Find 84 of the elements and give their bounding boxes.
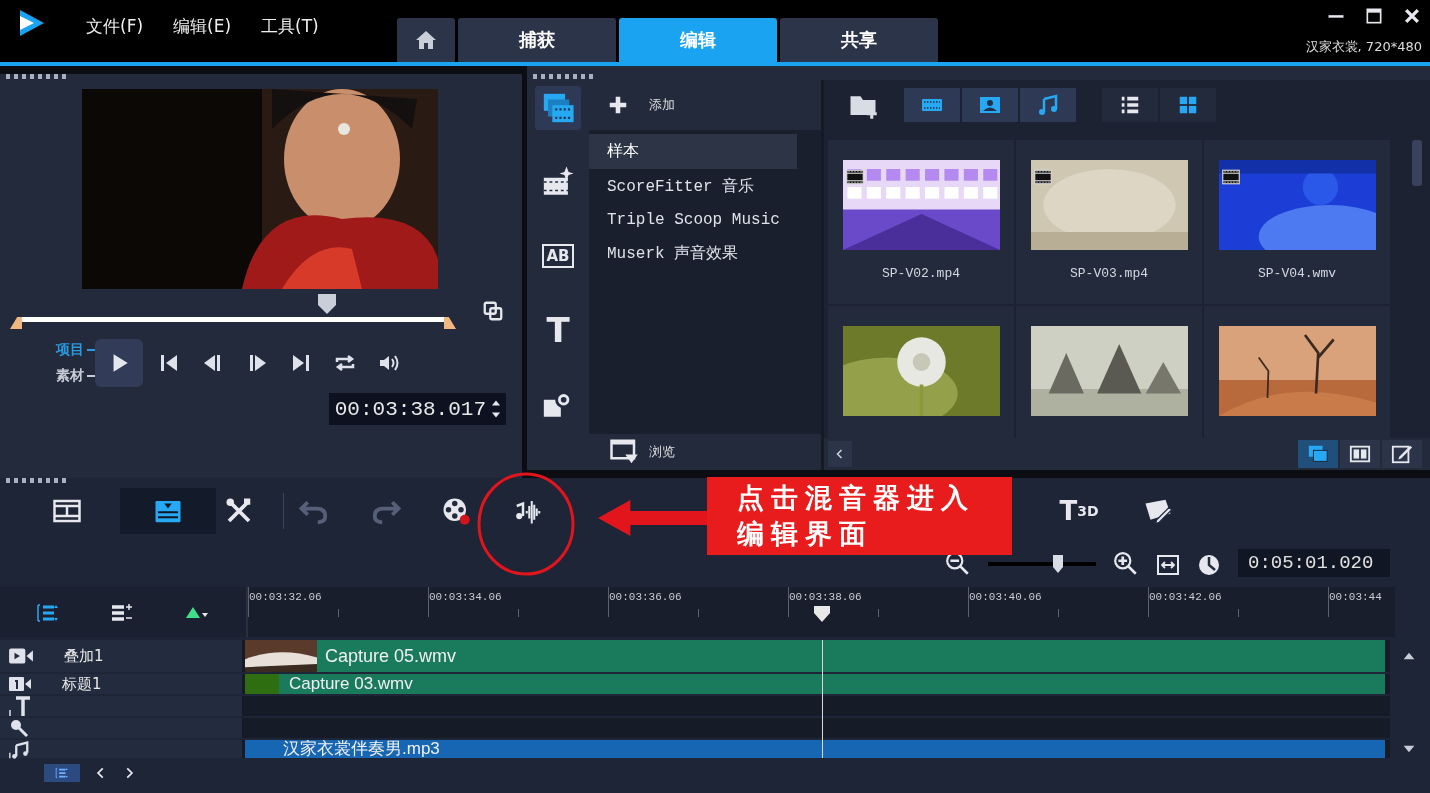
home-tab[interactable] [397,18,455,62]
playhead-marker[interactable] [812,605,831,623]
grid-view-icon [1177,94,1199,116]
timeline-view-button[interactable] [120,488,216,534]
callout-note: 点击混音器进入编辑界面 [707,477,1012,555]
media-tab[interactable] [535,86,581,130]
zoom-slider[interactable] [988,555,1096,573]
layout-button[interactable] [1340,440,1380,468]
trim-handle[interactable] [444,317,456,329]
scrollbar-thumb[interactable] [1412,140,1422,186]
copy-icon[interactable] [482,300,504,322]
menu-item[interactable]: 编辑(E) [173,15,232,38]
media-thumbnail[interactable] [1204,306,1390,438]
photo-filter-button[interactable] [962,88,1018,122]
media-thumbnail[interactable] [1016,306,1202,438]
maximize-icon[interactable] [1364,6,1384,26]
ruler-time: 00:03:32.06 [249,591,322,603]
close-icon[interactable] [1402,6,1422,26]
clip-color-block [245,674,279,694]
stacked-panels-icon [1307,443,1329,465]
title-tab[interactable]: T [535,308,581,352]
zoom-thumb[interactable] [1053,555,1064,573]
scroll-left-button[interactable] [828,441,852,467]
project-info: 汉家衣裳, 720*480 [1305,38,1422,56]
ruler-time: 00:03:44 [1329,591,1382,603]
plus-icon [607,94,629,116]
transition-tab[interactable]: AB [535,234,581,278]
home-icon [414,28,438,52]
track-header[interactable]: 叠加1 [0,640,245,672]
media-thumbnail[interactable] [828,306,1014,438]
tab[interactable]: 捕获 [458,18,616,62]
ruler-time: 00:03:34.06 [429,591,502,603]
tab[interactable]: 共享 [780,18,938,62]
clock-icon[interactable] [1197,553,1221,577]
clip-name: Capture 05.wmv [324,645,457,668]
split-panels-icon [1349,443,1371,465]
folder-item[interactable]: ScoreFitter 音乐 [589,169,797,204]
ruler-time: 00:03:40.06 [969,591,1042,603]
play-button[interactable] [95,339,143,387]
layout-button[interactable] [1298,440,1338,468]
menu-item[interactable]: 工具(T) [261,15,319,38]
edit-panel-icon [1391,443,1413,465]
media-thumbnail[interactable]: SP-V02.mp4 [828,140,1014,304]
fit-width-icon[interactable] [1156,553,1180,577]
add-button[interactable]: 添加 [589,80,821,130]
media-stack-icon [541,91,575,125]
track-list-icon[interactable] [36,601,60,625]
app-logo [18,8,46,38]
video-filter-button[interactable] [904,88,960,122]
media-thumbnail[interactable]: SP-V03.mp4 [1016,140,1202,304]
mode-option[interactable]: 项目 [56,341,84,359]
grid-view-button[interactable] [1160,88,1216,122]
folder-item[interactable]: Muserk 声音效果 [589,236,797,271]
timecode-field[interactable]: 00:03:38.017 [328,393,506,425]
list-view-button[interactable] [1102,88,1158,122]
track-name: 标题1 [62,674,102,694]
media-thumbnail[interactable]: SP-V04.wmv [1204,140,1390,304]
track-toggle-button[interactable] [44,764,80,782]
audio-filter-button[interactable] [1020,88,1076,122]
folder-item[interactable]: 样本 [589,134,797,169]
film-reel-icon[interactable] [441,496,471,526]
menu-item[interactable]: 文件(F) [86,15,144,38]
clip-name: Capture 03.wmv [288,674,413,694]
list-view-icon [1119,94,1141,116]
trim-handle[interactable] [10,317,22,329]
mode-option[interactable]: 素材 [56,367,84,385]
folder-item[interactable]: Triple Scoop Music [589,204,797,236]
scrubber-thumb[interactable] [316,293,337,315]
track-header[interactable]: 标题1 [0,674,245,694]
layout-button[interactable] [1382,440,1422,468]
clip-name: 汉家衣裳伴奏男.mp3 [282,740,440,758]
track-name: 叠加1 [64,646,104,666]
zoom-in-icon[interactable] [1113,551,1139,577]
music-note-icon [1036,93,1060,117]
ruler-time: 00:03:38.06 [789,591,862,603]
media-name: SP-V03.mp4 [1070,266,1148,281]
scrubber-track[interactable] [10,293,456,329]
ruler-time: 00:03:42.06 [1149,591,1222,603]
project-duration: 0:05:01.020 [1238,549,1390,577]
media-name: SP-V04.wmv [1258,266,1336,281]
browse-button[interactable]: 浏览 [589,434,821,470]
ruler-time: 00:03:36.06 [609,591,682,603]
time-ruler[interactable]: 00:03:32.06 00:03:34.06 00:03:36.06 00:03:38.06 00:03:40.06 00:03:42.06 00:03:44 [246,587,1395,637]
media-name: SP-V02.mp4 [882,266,960,281]
